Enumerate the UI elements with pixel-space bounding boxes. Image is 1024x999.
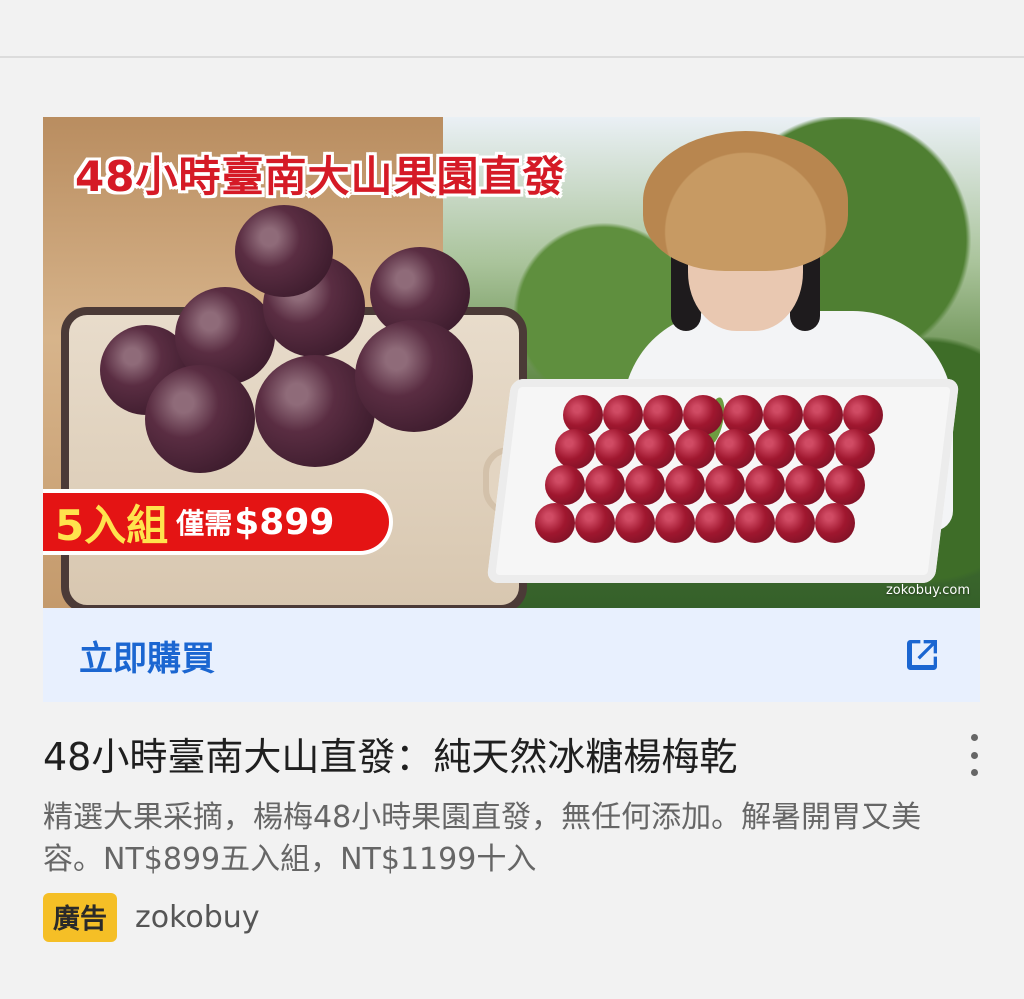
top-divider [0,56,1024,58]
ad-card[interactable]: 48小時臺南大山果園直發 5入組 僅需 $899 zokobuy.com 立即購… [43,117,980,702]
dot [970,734,978,741]
tray-berry [755,429,795,469]
tray-berry [695,503,735,543]
tray-berry [795,429,835,469]
more-options-icon[interactable] [962,734,986,776]
dot [970,769,978,776]
dot [970,751,978,759]
ad-meta: 廣告 zokobuy [43,893,260,942]
tray-berry [835,429,875,469]
external-link-icon[interactable] [900,633,944,677]
buy-now-bar[interactable]: 立即購買 [43,608,980,702]
offer-set: 5入組 [55,500,169,550]
tray-berry [545,465,585,505]
tray-berry [655,503,695,543]
tray-berry [665,465,705,505]
tray-berry [575,503,615,543]
tray-berry [815,503,855,543]
price-badge: 5入組 僅需 $899 [43,489,393,555]
offer-price: $899 [234,501,335,543]
ad-title[interactable]: 48小時臺南大山直發：純天然冰糖楊梅乾 [43,733,903,781]
tray-berry [775,503,815,543]
berry [145,365,255,473]
tray-berry [675,429,715,469]
tray-berry [615,503,655,543]
offer-only: 僅需 [176,507,233,540]
berry [235,205,333,297]
tray-berry [635,429,675,469]
tray-berry [595,429,635,469]
tray-berry [585,465,625,505]
tray-berry [825,465,865,505]
advertiser-name[interactable]: zokobuy [135,900,260,935]
berry [355,320,473,432]
watermark: zokobuy.com [885,583,970,598]
straw-hat [643,131,848,271]
ad-badge: 廣告 [43,893,117,942]
tray-berry [735,503,775,543]
banner-headline: 48小時臺南大山果園直發 [75,152,566,201]
ad-banner-image[interactable]: 48小時臺南大山果園直發 5入組 僅需 $899 zokobuy.com [43,117,980,608]
tray-berry [785,465,825,505]
tray-berry [555,429,595,469]
buy-now-button[interactable]: 立即購買 [79,631,215,680]
tray-berry [745,465,785,505]
tray-berry [715,429,755,469]
tray-berry [535,503,575,543]
tray-berry [625,465,665,505]
sugared-berries [65,205,495,485]
ad-description: 精選大果采摘，楊梅48小時果園直發，無任何添加。解暑開胃又美容。NT$899五入… [43,800,922,877]
tray-berry [705,465,745,505]
